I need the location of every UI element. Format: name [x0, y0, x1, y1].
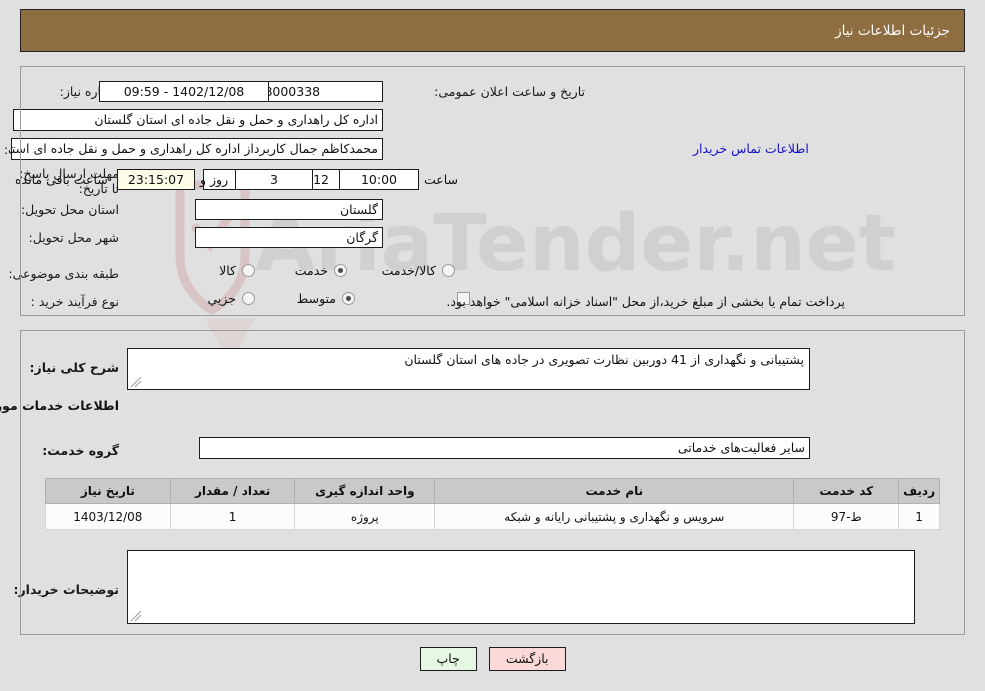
col-service-code: کد خدمت — [793, 478, 900, 504]
cell-radif: 1 — [898, 503, 940, 530]
cell-quantity: 1 — [169, 503, 296, 530]
page-title: جزئیات اطلاعات نیاز — [835, 22, 950, 39]
page-root: AriaTender.net جزئیات اطلاعات نیاز شماره… — [0, 0, 985, 691]
footer-button-row: بازگشت چاپ — [0, 647, 985, 671]
table-header-row: ردیف کد خدمت نام خدمت واحد اندازه گیری ت… — [45, 478, 940, 504]
col-radif: ردیف — [898, 478, 940, 504]
print-button[interactable]: چاپ — [419, 647, 477, 671]
col-unit: واحد اندازه گیری — [294, 478, 436, 504]
col-service-name: نام خدمت — [434, 478, 795, 504]
cell-need-date: 1403/12/08 — [45, 503, 171, 530]
table-row: 1 ط-97 سرویس و نگهداری و پشتیبانی رایانه… — [45, 503, 940, 530]
page-header-bar: جزئیات اطلاعات نیاز — [20, 9, 965, 52]
cell-unit: پروژه — [294, 503, 436, 530]
cell-service-code: ط-97 — [793, 503, 900, 530]
back-button[interactable]: بازگشت — [488, 647, 566, 671]
services-table: ردیف کد خدمت نام خدمت واحد اندازه گیری ت… — [45, 478, 940, 530]
cell-service-name: سرویس و نگهداری و پشتیبانی رایانه و شبکه — [434, 503, 795, 530]
col-need-date: تاریخ نیاز — [45, 478, 171, 504]
col-quantity: تعداد / مقدار — [169, 478, 296, 504]
need-info-panel — [20, 66, 965, 316]
